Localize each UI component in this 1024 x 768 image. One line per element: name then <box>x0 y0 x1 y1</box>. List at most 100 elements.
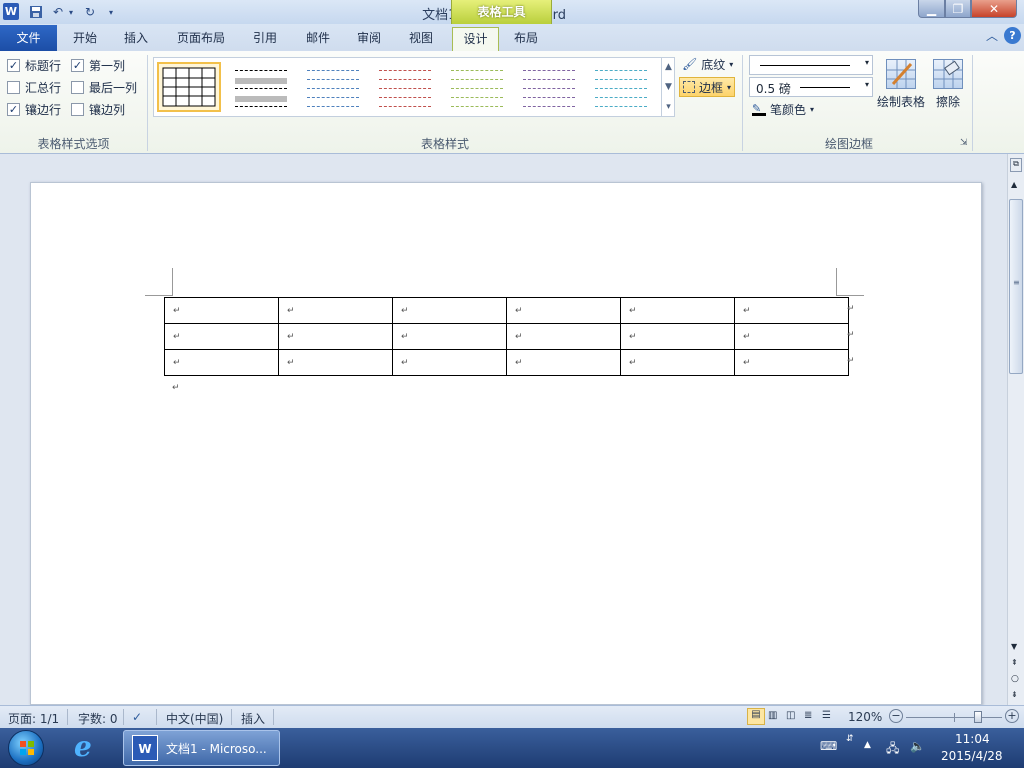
table-cell[interactable]: ↵ <box>506 297 621 324</box>
windows-logo-icon <box>20 741 34 755</box>
full-screen-reading-icon[interactable]: ▥ <box>768 710 777 721</box>
document-table[interactable]: ↵ ↵ ↵ ↵ ↵ ↵ ↵ ↵ ↵ ↵ ↵ ↵ ↵ ↵ ↵ ↵ ↵ ↵ <box>164 297 849 376</box>
table-style-purple[interactable] <box>517 62 581 112</box>
tab-insert[interactable]: 插入 <box>114 27 158 51</box>
tab-view[interactable]: 视图 <box>399 27 443 51</box>
page-count[interactable]: 页面: 1/1 <box>8 710 59 727</box>
word-count[interactable]: 字数: 0 <box>78 710 118 727</box>
pen-weight-combo[interactable]: 0.5 磅 ▾ <box>749 77 873 97</box>
keyboard-icon[interactable]: ⌨ <box>820 739 837 753</box>
clock-time[interactable]: 11:04 <box>955 732 990 746</box>
restore-button[interactable]: ❐ <box>945 0 971 18</box>
web-layout-icon[interactable]: ◫ <box>786 710 795 721</box>
table-cell[interactable]: ↵ <box>278 323 393 350</box>
outline-icon[interactable]: ≣ <box>804 710 812 721</box>
table-cell[interactable]: ↵ <box>164 349 279 376</box>
gallery-up-icon[interactable]: ▲ <box>662 57 675 77</box>
table-style-red[interactable] <box>373 62 437 112</box>
zoom-out-icon[interactable]: − <box>889 709 903 723</box>
table-style-dark[interactable] <box>229 62 293 112</box>
chevron-down-icon: ▾ <box>864 58 869 67</box>
first-column-checkbox[interactable]: ✓ 第一列 <box>71 57 125 74</box>
table-cell[interactable]: ↵ <box>734 349 849 376</box>
chevron-down-icon: ▾ <box>729 59 734 69</box>
next-page-icon[interactable]: ⇟ <box>1011 690 1018 699</box>
scroll-down-icon[interactable]: ▼ <box>1011 642 1017 651</box>
print-layout-icon[interactable]: ▤ <box>747 708 765 725</box>
group-separator <box>972 55 973 151</box>
table-cell[interactable]: ↵ <box>392 349 507 376</box>
show-hidden-icons[interactable]: ▲ <box>864 740 871 750</box>
zoom-slider[interactable] <box>906 711 1002 723</box>
table-style-blue[interactable] <box>301 62 365 112</box>
gallery-down-icon[interactable]: ▼ <box>662 77 675 97</box>
table-cell[interactable]: ↵ <box>620 349 735 376</box>
table-cell[interactable]: ↵ <box>278 297 393 324</box>
tab-design[interactable]: 设计 <box>452 27 499 51</box>
dialog-launcher-icon[interactable]: ⇲ <box>960 138 968 148</box>
prev-page-icon[interactable]: ⇞ <box>1011 658 1018 667</box>
tab-references[interactable]: 引用 <box>243 27 287 51</box>
table-cell[interactable]: ↵ <box>164 297 279 324</box>
close-button[interactable]: ✕ <box>971 0 1017 18</box>
table-cell[interactable]: ↵ <box>734 297 849 324</box>
table-cell[interactable]: ↵ <box>392 297 507 324</box>
draw-table-button[interactable]: 绘制表格 <box>876 59 926 110</box>
shading-button[interactable]: 🖌 底纹 ▾ <box>679 54 736 74</box>
ime-icon[interactable]: ⇵ <box>846 734 854 744</box>
zoom-in-icon[interactable]: + <box>1005 709 1019 723</box>
vertical-scrollbar[interactable]: ⧉ ▲ ≡ ▼ ⇞ ○ ⇟ <box>1007 154 1024 705</box>
gallery-more-icon[interactable]: ▾ <box>662 97 675 117</box>
tab-home[interactable]: 开始 <box>63 27 107 51</box>
row-end-mark: ↵ <box>847 356 855 366</box>
tab-review[interactable]: 审阅 <box>347 27 391 51</box>
browse-object-icon[interactable]: ○ <box>1011 674 1019 684</box>
table-cell[interactable]: ↵ <box>506 349 621 376</box>
table-cell[interactable]: ↵ <box>392 323 507 350</box>
minimize-ribbon-icon[interactable]: ︿ <box>986 27 998 44</box>
ruler-toggle-icon[interactable]: ⧉ <box>1010 158 1022 172</box>
network-icon[interactable]: 🖧 <box>886 739 899 760</box>
minimize-button[interactable]: ▁ <box>918 0 945 18</box>
banded-rows-checkbox[interactable]: ✓ 镶边行 <box>7 101 61 118</box>
total-row-checkbox[interactable]: 汇总行 <box>7 79 61 96</box>
borders-button[interactable]: 边框 ▾ <box>679 77 736 97</box>
taskbar-word-item[interactable]: W 文档1 - Microso... <box>123 730 280 766</box>
banded-columns-checkbox[interactable]: 镶边列 <box>71 101 125 118</box>
table-style-aqua[interactable] <box>589 62 653 112</box>
scroll-up-icon[interactable]: ▲ <box>1011 180 1017 189</box>
pen-style-combo[interactable]: ▾ <box>749 55 873 75</box>
zoom-level[interactable]: 120% <box>848 710 882 724</box>
pen-color-button[interactable]: ✎ 笔颜色 ▾ <box>749 99 817 119</box>
start-button[interactable] <box>8 730 44 766</box>
table-cell[interactable]: ↵ <box>278 349 393 376</box>
table-style-green[interactable] <box>445 62 509 112</box>
eraser-button[interactable]: 擦除 <box>928 59 968 110</box>
table-cell[interactable]: ↵ <box>506 323 621 350</box>
scroll-thumb[interactable]: ≡ <box>1009 199 1023 374</box>
table-cell[interactable]: ↵ <box>734 323 849 350</box>
zoom-slider-thumb[interactable] <box>974 711 982 723</box>
internet-explorer-icon[interactable]: e <box>74 730 106 764</box>
document-page[interactable] <box>30 182 982 705</box>
table-cell[interactable]: ↵ <box>620 323 735 350</box>
proofing-icon[interactable]: ✓ <box>132 710 142 724</box>
draft-icon[interactable]: ☰ <box>822 710 831 721</box>
header-row-checkbox[interactable]: ✓ 标题行 <box>7 57 61 74</box>
language-indicator[interactable]: 中文(中国) <box>166 710 223 727</box>
last-column-checkbox[interactable]: 最后一列 <box>71 79 137 96</box>
tab-file[interactable]: 文件 <box>0 25 57 51</box>
tab-page-layout[interactable]: 页面布局 <box>168 27 234 51</box>
tab-mailings[interactable]: 邮件 <box>296 27 340 51</box>
margin-mark <box>145 295 173 296</box>
insert-mode[interactable]: 插入 <box>241 710 265 727</box>
help-icon[interactable]: ? <box>1004 27 1021 44</box>
title-bar: W ↶ ▾ ↻ ▾ 文档1 - Microsoft Word 表格工具 ▁ ❐ … <box>0 0 1024 24</box>
tab-layout[interactable]: 布局 <box>504 27 548 51</box>
table-style-grid[interactable] <box>157 62 221 112</box>
table-cell[interactable]: ↵ <box>164 323 279 350</box>
checkbox-box <box>7 81 20 94</box>
table-cell[interactable]: ↵ <box>620 297 735 324</box>
volume-icon[interactable]: 🔈 <box>910 739 925 753</box>
clock-date[interactable]: 2015/4/28 <box>941 749 1003 763</box>
